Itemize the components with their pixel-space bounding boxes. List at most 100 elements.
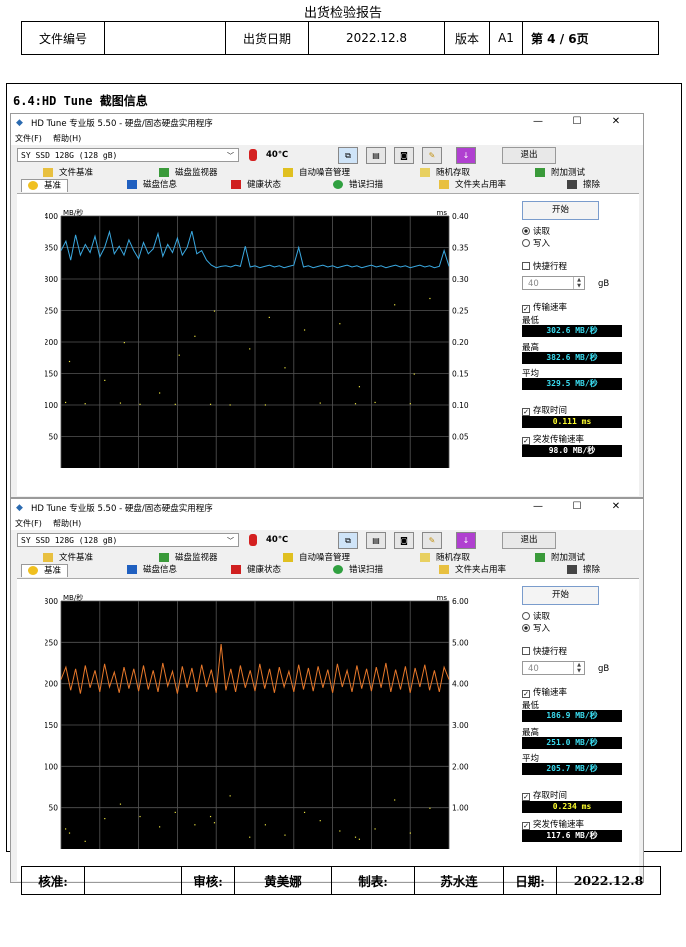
title-bar: ◆ HD Tune 专业版 5.50 - 硬盘/固态硬盘实用程序 — ☐ ✕ <box>11 499 643 517</box>
tab-health[interactable]: 健康状态 <box>231 564 281 576</box>
tab-label: 磁盘监视器 <box>175 168 218 178</box>
access-time-point <box>319 402 321 404</box>
close-button[interactable]: ✕ <box>608 116 624 127</box>
benchmark-icon <box>28 181 38 190</box>
camera-icon[interactable]: ◙ <box>394 147 414 164</box>
menu-help[interactable]: 帮助(H) <box>53 133 81 144</box>
write-radio[interactable]: 写入 <box>522 622 550 634</box>
read-radio[interactable]: 读取 <box>522 610 550 622</box>
y-tick-label: 350 <box>45 244 58 253</box>
transfer-rate-checkbox[interactable]: ✓ 传输速率 <box>522 686 567 698</box>
tab-disk-info[interactable]: 磁盘信息 <box>127 564 177 576</box>
short-stroke-input[interactable]: 40 ▲ ▼ <box>522 661 585 675</box>
access-time-point <box>354 403 357 405</box>
tab-file-benchmark[interactable]: 文件基准 <box>43 552 93 564</box>
copy-text-icon[interactable]: ⧉ <box>338 532 358 549</box>
options-icon[interactable]: ✎ <box>422 532 442 549</box>
tab-random-access[interactable]: 随机存取 <box>420 552 470 564</box>
save-icon[interactable]: ↓ <box>456 532 476 549</box>
access-time-point <box>104 818 106 820</box>
menu-file[interactable]: 文件(F) <box>15 518 42 529</box>
start-button[interactable]: 开始 <box>522 201 599 220</box>
y2-tick-label: 0.10 <box>452 401 469 410</box>
access-time-checkbox[interactable]: ✓ 存取时间 <box>522 789 567 801</box>
tab-folder-usage[interactable]: 文件夹占用率 <box>439 179 506 191</box>
maximize-button[interactable]: ☐ <box>569 116 585 127</box>
tab-extra-tests[interactable]: 附加测试 <box>535 167 585 179</box>
access-time-point <box>178 354 180 356</box>
spinner-arrows-icon[interactable]: ▲ ▼ <box>573 662 584 674</box>
access-time-point <box>174 403 176 405</box>
tab-benchmark[interactable]: 基准 <box>21 179 69 192</box>
tab-extra-tests[interactable]: 附加测试 <box>535 552 585 564</box>
tab-aam[interactable]: 自动噪音管理 <box>283 552 350 564</box>
tab-file-benchmark[interactable]: 文件基准 <box>43 167 93 179</box>
tab-disk-monitor[interactable]: 磁盘监视器 <box>159 552 218 564</box>
tab-aam[interactable]: 自动噪音管理 <box>283 167 350 179</box>
access-time-checkbox[interactable]: ✓ 存取时间 <box>522 404 567 416</box>
y2-tick-label: 4.00 <box>452 680 469 689</box>
close-button[interactable]: ✕ <box>608 501 624 512</box>
short-stroke-input[interactable]: 40 ▲ ▼ <box>522 276 585 290</box>
tab-error-scan[interactable]: 错误扫描 <box>333 179 383 191</box>
info-icon <box>127 180 137 189</box>
speaker-icon <box>283 168 293 177</box>
read-radio[interactable]: 读取 <box>522 225 550 237</box>
tab-label: 附加测试 <box>551 553 586 563</box>
transfer-rate-checkbox[interactable]: ✓ 传输速率 <box>522 301 567 313</box>
date-label: 日期: <box>503 866 557 895</box>
tab-folder-usage[interactable]: 文件夹占用率 <box>439 564 506 576</box>
access-time-point <box>139 815 141 818</box>
checkbox-box <box>522 647 530 655</box>
options-icon[interactable]: ✎ <box>422 147 442 164</box>
tab-label: 附加测试 <box>551 168 586 178</box>
access-time-point <box>84 403 86 405</box>
copy-text-icon[interactable]: ⧉ <box>338 147 358 164</box>
y2-tick-label: 6.00 <box>452 597 469 606</box>
y-axis-unit: MB/秒 <box>63 593 83 602</box>
menu-file[interactable]: 文件(F) <box>15 133 42 144</box>
burst-rate-checkbox[interactable]: ✓ 突发传输速率 <box>522 818 584 830</box>
tab-label: 基准 <box>44 181 62 191</box>
y2-tick-label: 5.00 <box>452 638 469 647</box>
write-radio[interactable]: 写入 <box>522 237 550 249</box>
drive-select[interactable]: SY SSD 128G (128 gB) ﹀ <box>17 533 239 547</box>
burst-rate-checkbox[interactable]: ✓ 突发传输速率 <box>522 433 584 445</box>
copy-image-icon[interactable]: ▤ <box>366 147 386 164</box>
minimize-button[interactable]: — <box>530 116 546 127</box>
benchmark-chart: 50 1.00 100 2.00 150 3.00 200 4.00 250 5.00 300 6.0… <box>45 593 469 849</box>
tab-benchmark[interactable]: 基准 <box>21 564 69 577</box>
copy-image-icon[interactable]: ▤ <box>366 532 386 549</box>
access-time-point <box>319 820 321 822</box>
exit-button[interactable]: 退出 <box>502 147 556 164</box>
tab-erase[interactable]: 擦除 <box>567 564 600 576</box>
y-tick-label: 150 <box>45 370 58 379</box>
menu-help[interactable]: 帮助(H) <box>53 518 81 529</box>
window-title: HD Tune 专业版 5.50 - 硬盘/固态硬盘实用程序 <box>31 504 213 514</box>
short-stroke-checkbox[interactable]: 快捷行程 <box>522 260 567 272</box>
benchmark-icon <box>28 566 38 575</box>
access-time-point <box>409 403 411 405</box>
start-button[interactable]: 开始 <box>522 586 599 605</box>
exit-button[interactable]: 退出 <box>502 532 556 549</box>
tab-disk-info[interactable]: 磁盘信息 <box>127 179 177 191</box>
app-icon: ◆ <box>16 503 23 513</box>
maximize-button[interactable]: ☐ <box>569 501 585 512</box>
tab-erase[interactable]: 擦除 <box>567 179 600 191</box>
drive-select[interactable]: SY SSD 128G (128 gB) ﹀ <box>17 148 239 162</box>
tab-disk-monitor[interactable]: 磁盘监视器 <box>159 167 218 179</box>
benchmark-panel: 50 1.00 100 2.00 150 3.00 200 4.00 250 5.00 300 6.0… <box>17 578 639 881</box>
min-value: 186.9 MB/秒 <box>522 710 622 722</box>
access-time-point <box>358 386 361 388</box>
short-stroke-checkbox[interactable]: 快捷行程 <box>522 645 567 657</box>
camera-icon[interactable]: ◙ <box>394 532 414 549</box>
check-icon: ✓ <box>522 690 530 698</box>
minimize-button[interactable]: — <box>530 501 546 512</box>
save-icon[interactable]: ↓ <box>456 147 476 164</box>
check-icon: ✓ <box>522 408 530 416</box>
spinner-arrows-icon[interactable]: ▲ ▼ <box>573 277 584 289</box>
y2-tick-label: 0.40 <box>452 212 469 221</box>
tab-health[interactable]: 健康状态 <box>231 179 281 191</box>
tab-error-scan[interactable]: 错误扫描 <box>333 564 383 576</box>
tab-random-access[interactable]: 随机存取 <box>420 167 470 179</box>
